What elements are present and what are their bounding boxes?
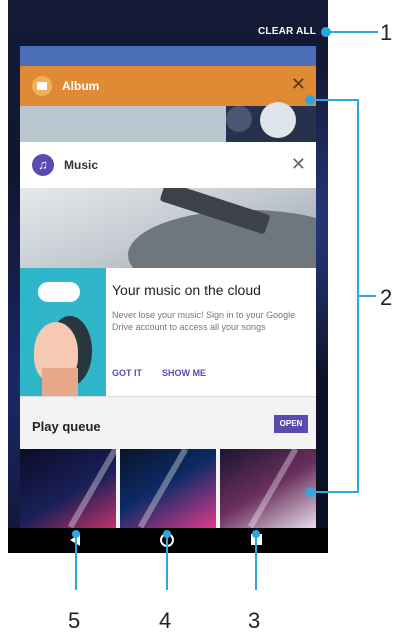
callout-dot-5 (72, 530, 80, 538)
callout-number-1: 1 (380, 20, 393, 45)
callout-dot-2b (305, 487, 315, 497)
callout-dot-3 (252, 530, 260, 538)
callout-number-2: 2 (380, 285, 393, 310)
callout-number-3: 3 (248, 608, 261, 633)
callout-line-2 (310, 99, 359, 493)
callout-number-5: 5 (68, 608, 81, 633)
callout-dot-4 (163, 530, 171, 538)
callout-dot-1 (321, 27, 331, 37)
callout-dot-2a (305, 95, 315, 105)
callout-overlay (72, 27, 378, 590)
callout-number-4: 4 (159, 608, 172, 633)
